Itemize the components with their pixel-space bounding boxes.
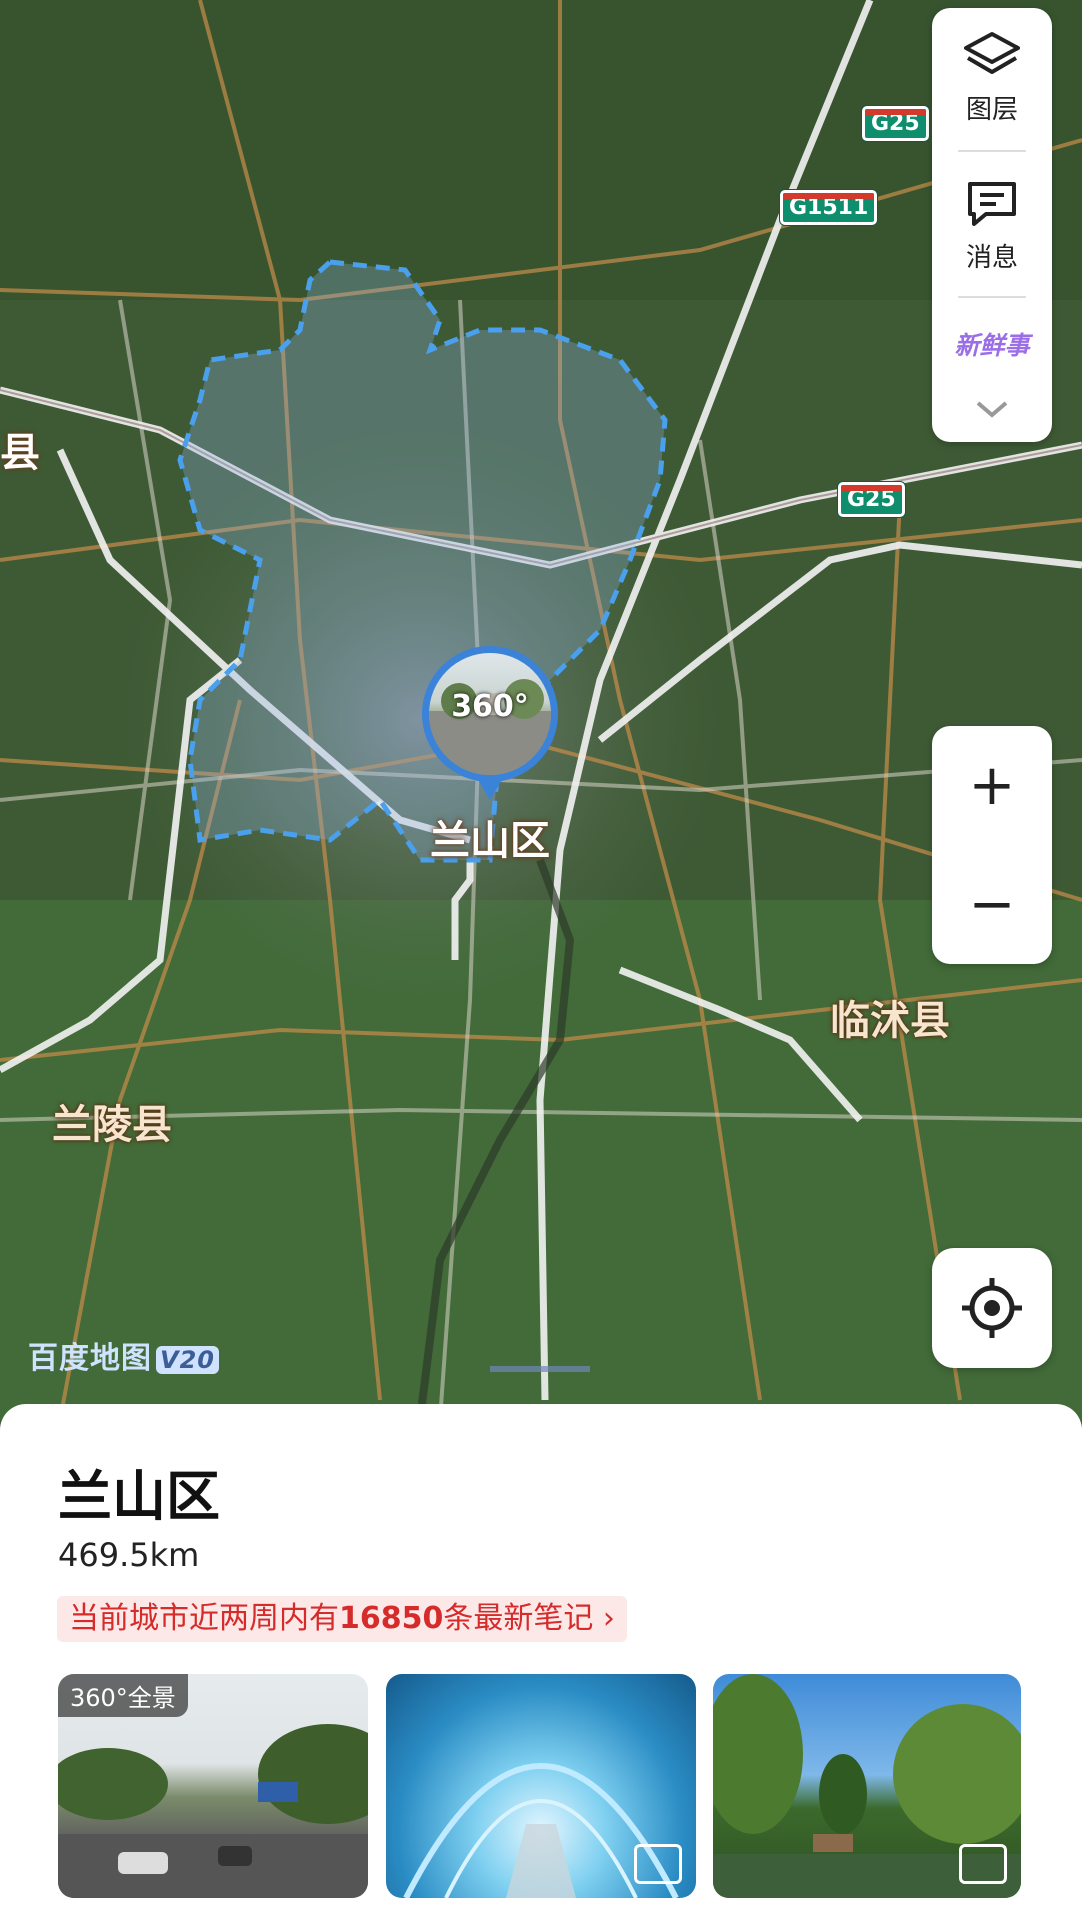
place-title: 兰山区 — [58, 1465, 220, 1528]
baidu-map-watermark: 百度地图 V20 — [28, 1333, 219, 1377]
map-tools-panel: 图层 消息 新鲜事 — [932, 8, 1052, 442]
layers-button[interactable]: 图层 — [932, 30, 1052, 126]
panorama-pin-tail — [477, 778, 503, 800]
chevron-right-icon: › — [602, 1601, 615, 1636]
highway-shield-g25-east: G25 — [838, 482, 905, 517]
panorama-360-label: 360° — [451, 689, 529, 724]
fresh-news-button[interactable]: 新鲜事 — [932, 326, 1052, 362]
panorama-badge: 360°全景 — [58, 1674, 188, 1717]
expand-chevron-icon[interactable] — [932, 398, 1052, 428]
place-info-sheet[interactable]: 兰山区 469.5km 当前城市近两周内有16850条最新笔记 › 360°全景 — [0, 1404, 1082, 1923]
county-label-left-edge[interactable]: 县 — [0, 420, 40, 478]
watermark-brand: 百度地图 — [28, 1341, 152, 1376]
photo-park[interactable] — [713, 1674, 1021, 1898]
layers-label: 图层 — [965, 95, 1018, 125]
county-label-lanling[interactable]: 兰陵县 — [52, 1092, 172, 1150]
zoom-controls: + − — [932, 726, 1052, 964]
divider — [958, 296, 1026, 298]
notes-prefix: 当前城市近两周内有 — [69, 1601, 339, 1636]
zoom-in-button[interactable]: + — [932, 726, 1052, 845]
highway-shield-g25-north: G25 — [862, 106, 929, 141]
notes-banner[interactable]: 当前城市近两周内有16850条最新笔记 › — [57, 1596, 627, 1642]
fresh-news-logo: 新鲜事 — [954, 331, 1030, 360]
divider — [958, 150, 1026, 152]
photo-panorama[interactable]: 360°全景 — [58, 1674, 368, 1898]
messages-label: 消息 — [965, 243, 1018, 273]
message-icon — [968, 182, 1016, 226]
zoom-out-button[interactable]: − — [932, 845, 1052, 964]
watermark-version: V20 — [156, 1346, 219, 1374]
messages-button[interactable]: 消息 — [932, 178, 1052, 274]
image-icon — [959, 1844, 1007, 1884]
locate-button[interactable] — [932, 1248, 1052, 1368]
notes-count: 16850 — [339, 1601, 444, 1636]
panorama-thumbnail: 360° — [429, 653, 551, 775]
county-label-linshu[interactable]: 临沭县 — [830, 988, 950, 1046]
district-label-lanshan[interactable]: 兰山区 — [430, 808, 550, 866]
layers-icon — [964, 32, 1020, 74]
highway-shield-g1511: G1511 — [780, 190, 878, 225]
locate-icon — [962, 1278, 1022, 1338]
image-icon — [634, 1844, 682, 1884]
panorama-pin[interactable]: 360° — [422, 646, 558, 782]
place-distance: 469.5km — [58, 1536, 200, 1574]
notes-suffix: 条最新笔记 — [443, 1601, 594, 1636]
photo-aquarium[interactable] — [386, 1674, 696, 1898]
